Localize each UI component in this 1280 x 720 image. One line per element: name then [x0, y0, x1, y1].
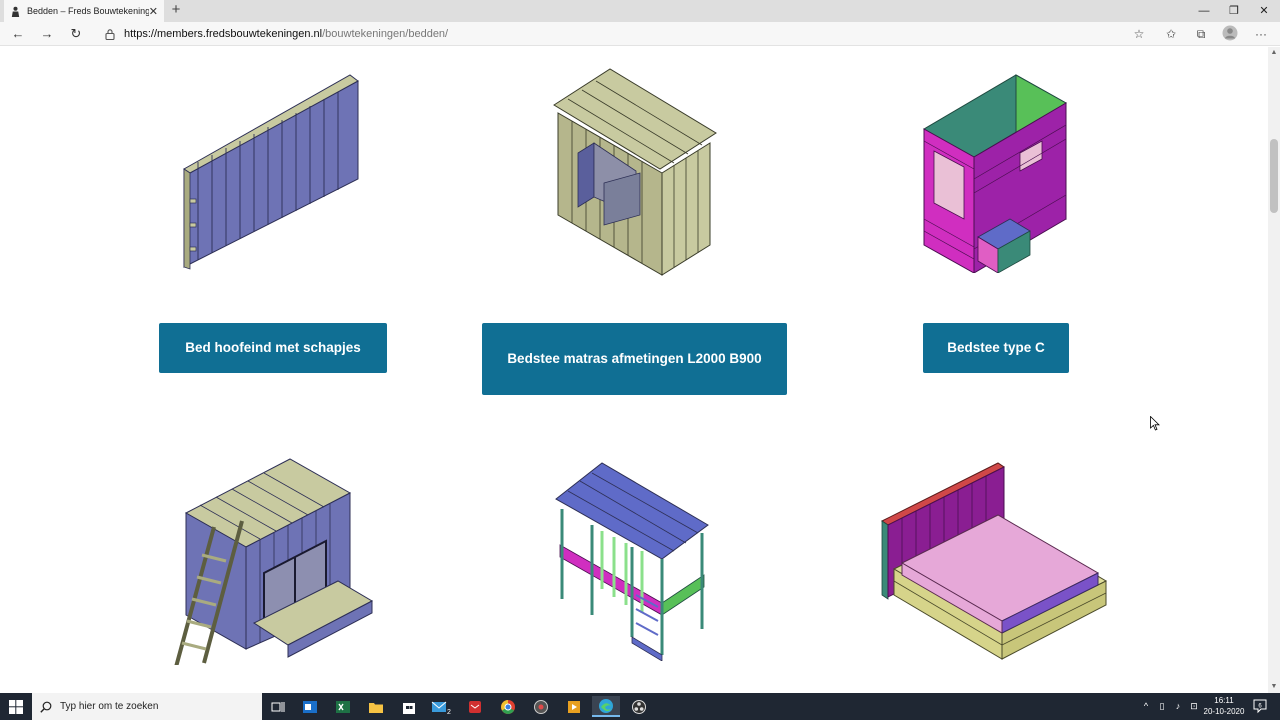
new-tab-button[interactable]: +: [168, 2, 184, 18]
mail-app-icon[interactable]: 2: [428, 696, 456, 717]
back-button[interactable]: ←: [8, 25, 28, 43]
bed-headboard-shelves-image[interactable]: [178, 69, 368, 273]
file-explorer-icon[interactable]: [362, 696, 390, 717]
edge-browser-icon[interactable]: [592, 696, 620, 717]
scroll-up-icon[interactable]: ▲: [1268, 47, 1280, 59]
media-app-icon[interactable]: [527, 696, 555, 717]
browser-tab[interactable]: Bedden – Freds Bouwtekeningen ✕: [4, 0, 164, 22]
taskbar-search-input[interactable]: Typ hier om te zoeken: [32, 693, 262, 720]
windows-logo-icon: [9, 699, 23, 714]
product-button-bedstee-type-c[interactable]: Bedstee type C: [923, 323, 1069, 373]
address-toolbar: ← → ↻ https://members.fredsbouwtekeninge…: [0, 22, 1280, 46]
page-scrollbar[interactable]: ▲ ▼: [1268, 47, 1280, 693]
favorites-icon[interactable]: ✩: [1162, 25, 1180, 43]
star-icon[interactable]: ☆: [1130, 25, 1148, 43]
url-host: https://members.fredsbouwtekeningen.nl: [124, 28, 323, 40]
clock-time: 16:11: [1214, 696, 1234, 705]
restore-button[interactable]: ❐: [1218, 0, 1250, 22]
reload-button[interactable]: ↻: [66, 25, 86, 43]
red-app-icon[interactable]: [461, 696, 489, 717]
collections-icon[interactable]: ⧉: [1192, 25, 1210, 43]
double-bed-image[interactable]: [878, 459, 1110, 661]
cabin-bed-image[interactable]: [550, 65, 720, 277]
more-icon[interactable]: ···: [1252, 25, 1270, 43]
store-app-icon[interactable]: [395, 696, 423, 717]
address-field[interactable]: https://members.fredsbouwtekeningen.nl/b…: [104, 25, 1156, 43]
url-path: /bouwtekeningen/bedden/: [322, 28, 449, 40]
chrome-icon[interactable]: [494, 696, 522, 717]
mouse-cursor-icon: [1150, 416, 1160, 431]
scroll-down-icon[interactable]: ▼: [1268, 681, 1280, 693]
obs-app-icon[interactable]: [625, 696, 653, 717]
network-icon[interactable]: ⊡: [1187, 693, 1201, 720]
high-sleeper-image[interactable]: [552, 459, 712, 661]
taskbar-clock[interactable]: 16:11 20-10-2020: [1200, 695, 1248, 717]
tab-close-icon[interactable]: ✕: [149, 5, 158, 18]
tab-title: Bedden – Freds Bouwtekeningen: [27, 6, 149, 16]
tab-bar: Bedden – Freds Bouwtekeningen ✕ + — ❐ ✕: [0, 0, 1280, 22]
product-button-bed-hoofeind[interactable]: Bed hoofeind met schapjes: [159, 323, 387, 373]
cabin-bed-type-c-image[interactable]: [920, 69, 1070, 273]
profile-icon[interactable]: [1221, 25, 1239, 43]
clock-date: 20-10-2020: [1203, 707, 1245, 716]
video-app-icon[interactable]: [560, 696, 588, 717]
minimize-button[interactable]: —: [1188, 0, 1220, 22]
lock-icon[interactable]: [104, 28, 116, 40]
notification-center-icon[interactable]: 6: [1252, 698, 1268, 714]
close-window-button[interactable]: ✕: [1248, 0, 1280, 22]
scroll-thumb[interactable]: [1270, 139, 1278, 213]
battery-icon[interactable]: ▯: [1155, 693, 1169, 720]
outlook-app-icon[interactable]: [296, 696, 324, 717]
volume-icon[interactable]: ♪: [1171, 693, 1185, 720]
task-view-icon[interactable]: [264, 696, 292, 717]
start-button[interactable]: [0, 693, 32, 720]
loft-bed-ladder-image[interactable]: [170, 453, 380, 665]
product-button-bedstee-matras[interactable]: Bedstee matras afmetingen L2000 B900: [482, 323, 787, 395]
svg-text:2: 2: [447, 709, 451, 715]
windows-taskbar: Typ hier om te zoeken 2 ^ ▯ ♪ ⊡ 16:11 20…: [0, 693, 1280, 720]
search-placeholder: Typ hier om te zoeken: [60, 701, 159, 712]
search-icon: [40, 701, 52, 713]
tray-chevron-icon[interactable]: ^: [1140, 693, 1152, 720]
excel-app-icon[interactable]: [329, 696, 357, 717]
forward-button[interactable]: →: [37, 25, 57, 43]
page-content: Bed hoofeind met schapjes Bedstee matras…: [0, 47, 1268, 693]
site-favicon-icon: [11, 6, 20, 17]
